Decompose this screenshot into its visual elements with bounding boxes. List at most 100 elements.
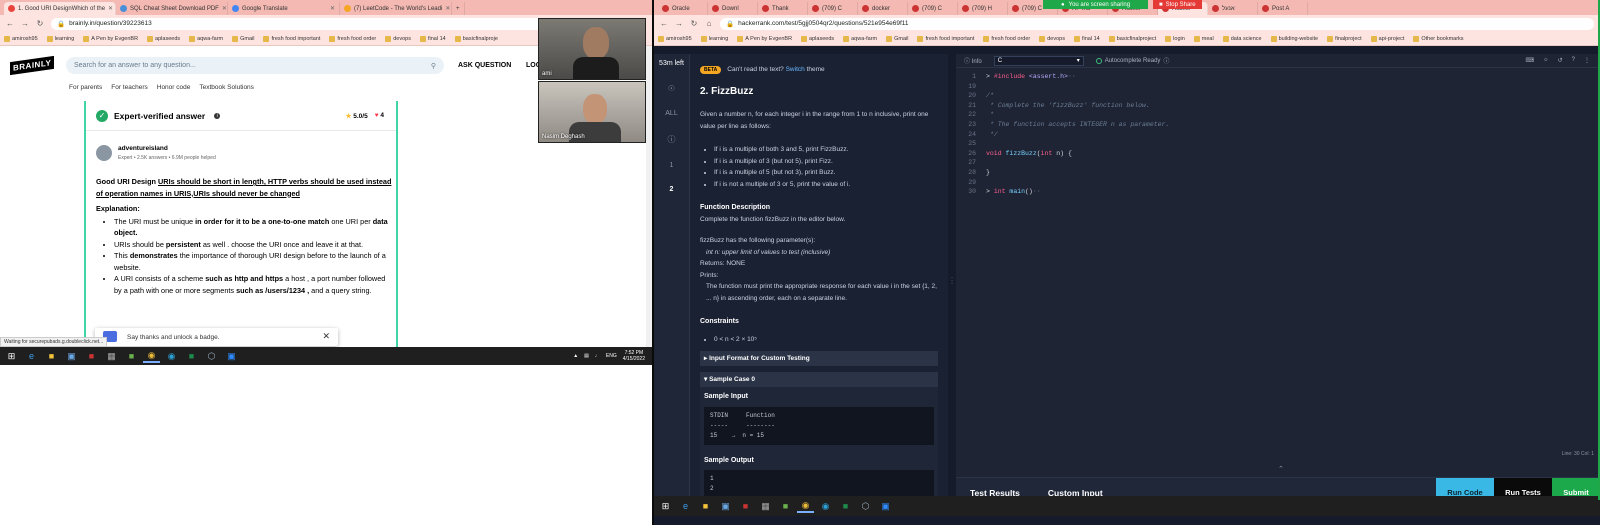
bookmark-item[interactable]: learning [700,35,728,42]
app-green-icon[interactable]: ■ [777,499,794,513]
history-icon[interactable]: ↺ [1558,57,1563,64]
bookmark-item[interactable]: Other bookmarks [1413,35,1464,42]
more-icon[interactable]: ⋮ [1584,57,1590,64]
close-icon[interactable]: ✕ [322,331,330,342]
bookmark-item[interactable]: meal [1193,35,1214,42]
windows-start-icon[interactable]: ⊞ [3,349,20,363]
theme-icon[interactable]: ☼ [1543,57,1549,64]
info-circle-icon[interactable]: ⓘ [668,134,676,145]
sidebar-item-1[interactable]: 1 [670,162,674,169]
right-url-field[interactable]: 🔒 hackerrank.com/test/5gjj0504qr2/questio… [720,17,1594,30]
keyboard-icon[interactable]: ⌨ [1525,57,1534,64]
bookmark-item[interactable]: basicfinalproject [1108,35,1156,42]
bookmark-item[interactable]: devops [385,35,411,42]
clock[interactable]: 7:52 PM 4/15/2022 [623,350,645,362]
subnav-textbook[interactable]: Textbook Solutions [199,84,254,91]
bookmark-item[interactable]: finalproject [1327,35,1362,42]
browser-tab[interactable]: (7) LeetCode - The World's Leadi ✕ [340,2,452,15]
volume-icon[interactable]: ♩ [595,353,600,359]
stop-share-button[interactable]: ■ Stop Share [1153,0,1202,9]
close-icon[interactable]: ✕ [330,5,335,12]
browser-tab[interactable]: אנעל [1208,2,1258,15]
home-icon[interactable]: ⌂ [705,19,713,28]
network-tray-icon[interactable]: ▤ [584,353,589,359]
excel-icon[interactable]: ■ [183,349,200,363]
heart-icon[interactable]: ♥ [375,112,379,119]
info-icon[interactable]: i [214,112,221,119]
back-icon[interactable]: ← [6,19,14,28]
zoom-icon[interactable]: ▣ [223,349,240,363]
bookmark-item[interactable]: fresh food order [329,35,376,42]
compass-icon[interactable]: ☉ [668,84,675,93]
ie-icon[interactable]: e [23,349,40,363]
browser-tab[interactable]: Post A [1258,2,1308,15]
close-icon[interactable]: ✕ [222,5,227,12]
avatar[interactable] [96,145,112,161]
browser-tab[interactable]: Google Translate ✕ [228,2,340,15]
bookmark-item[interactable]: amirosh95 [658,35,692,42]
excel-icon[interactable]: ■ [837,499,854,513]
browser-tab[interactable]: Oracle [658,2,708,15]
browser-tab[interactable]: (709) C [808,2,858,15]
browser-tab[interactable]: Thank [758,2,808,15]
bookmark-item[interactable]: aplaseeds [147,35,180,42]
bookmark-item[interactable]: fresh food order [983,35,1030,42]
bookmark-item[interactable]: building-website [1270,35,1318,42]
bookmark-item[interactable]: A Pen by EvgenBR [83,35,138,42]
brainly-search-input[interactable]: Search for an answer to any question... ⚲ [66,57,444,74]
tray-arrow-icon[interactable]: ▲ [573,353,578,359]
app-red-icon[interactable]: ■ [83,349,100,363]
switch-theme-link[interactable]: Switch [786,66,805,73]
input-format-toggle[interactable]: ▸ Input Format for Custom Testing [700,351,938,366]
edge-icon[interactable]: ◉ [817,499,834,513]
reload-icon[interactable]: ↻ [690,19,698,28]
subnav-teachers[interactable]: For teachers [111,84,148,91]
remote-desktop-icon[interactable]: ▣ [717,499,734,513]
author-name[interactable]: adventureisland [118,145,216,152]
browser-tab[interactable]: (709) C [908,2,958,15]
close-icon[interactable]: ✕ [445,5,450,12]
bookmark-item[interactable]: learning [46,35,74,42]
editor-info[interactable]: ⓘ Info [964,56,982,65]
chrome-icon[interactable]: ◉ [143,349,160,363]
language-indicator[interactable]: ENG [606,353,617,359]
sidebar-item-all[interactable]: ALL [665,110,677,117]
remote-desktop-icon[interactable]: ▣ [63,349,80,363]
browser-tab[interactable]: (709) H [958,2,1008,15]
bookmark-item[interactable]: aplaseeds [801,35,834,42]
browser-tab[interactable]: SQL Cheat Sheet Download PDF ✕ [116,2,228,15]
ie-icon[interactable]: e [677,499,694,513]
edge-icon[interactable]: ◉ [163,349,180,363]
browser-tab[interactable]: Downl [708,2,758,15]
panel-resize-handle[interactable]: ⋮ [948,54,956,507]
windows-start-icon[interactable]: ⊞ [657,499,674,513]
bookmark-item[interactable]: api-project [1370,35,1404,42]
language-select[interactable]: C ▾ [993,55,1084,66]
search-icon[interactable]: ⚲ [431,62,436,70]
ask-question-button[interactable]: ASK QUESTION [458,62,511,69]
bookmark-item[interactable]: final 14 [1073,35,1100,42]
help-icon[interactable]: ? [1572,57,1575,64]
browser-tab[interactable]: docker [858,2,908,15]
chrome-icon[interactable]: ◉ [797,499,814,513]
bookmark-item[interactable]: login [1165,35,1185,42]
bookmark-item[interactable]: basicfinalproje [454,35,498,42]
sample-case-toggle[interactable]: ▾ Sample Case 0 [700,372,938,387]
app-red-icon[interactable]: ■ [737,499,754,513]
bookmark-item[interactable]: aqwa-farm [189,35,223,42]
forward-icon[interactable]: → [675,19,683,28]
forward-icon[interactable]: → [21,19,29,28]
subnav-honor-code[interactable]: Honor code [157,84,191,91]
virtualbox-icon[interactable]: ⬡ [857,499,874,513]
bookmark-item[interactable]: fresh food important [263,35,320,42]
virtualbox-icon[interactable]: ⬡ [203,349,220,363]
zoom-icon[interactable]: ▣ [877,499,894,513]
bookmark-item[interactable]: Gmail [886,35,908,42]
bookmark-item[interactable]: final 14 [419,35,446,42]
network-icon[interactable]: ▦ [103,349,120,363]
app-green-icon[interactable]: ■ [123,349,140,363]
bookmark-item[interactable]: aqwa-farm [843,35,877,42]
bookmark-item[interactable]: A Pen by EvgenBR [737,35,792,42]
folder-icon[interactable]: ■ [697,499,714,513]
sidebar-item-2[interactable]: 2 [670,186,674,193]
